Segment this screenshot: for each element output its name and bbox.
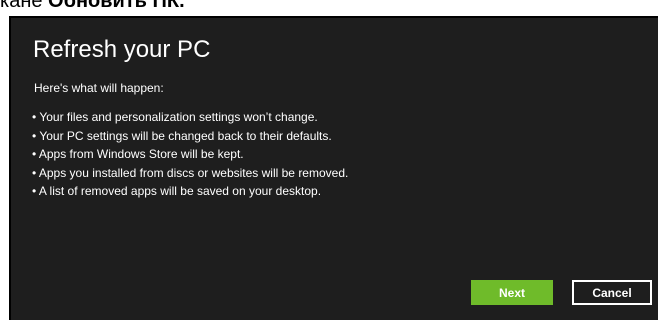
list-item: • Your PC settings will be changed back … — [32, 128, 332, 143]
cancel-button[interactable]: Cancel — [572, 280, 652, 305]
next-button[interactable]: Next — [471, 280, 553, 305]
list-item: • Your files and personalization setting… — [32, 110, 318, 124]
list-item: • Apps from Windows Store will be kept. — [32, 147, 244, 162]
document-caption: кане Обновить ПК. — [0, 0, 185, 12]
dialog-intro: Here's what will happen: — [34, 81, 164, 95]
refresh-pc-dialog: Refresh your PC Here's what will happen:… — [9, 16, 658, 320]
caption-prefix: кане — [0, 0, 49, 12]
list-item: • Apps you installed from discs or websi… — [32, 165, 349, 180]
page: кане Обновить ПК. Refresh your PC Here's… — [0, 0, 662, 320]
list-item: • A list of removed apps will be saved o… — [32, 184, 322, 199]
dialog-title: Refresh your PC — [33, 36, 211, 63]
caption-bold-text: Обновить ПК. — [48, 0, 185, 12]
changes-list: • Your files and personalization setting… — [32, 108, 348, 201]
